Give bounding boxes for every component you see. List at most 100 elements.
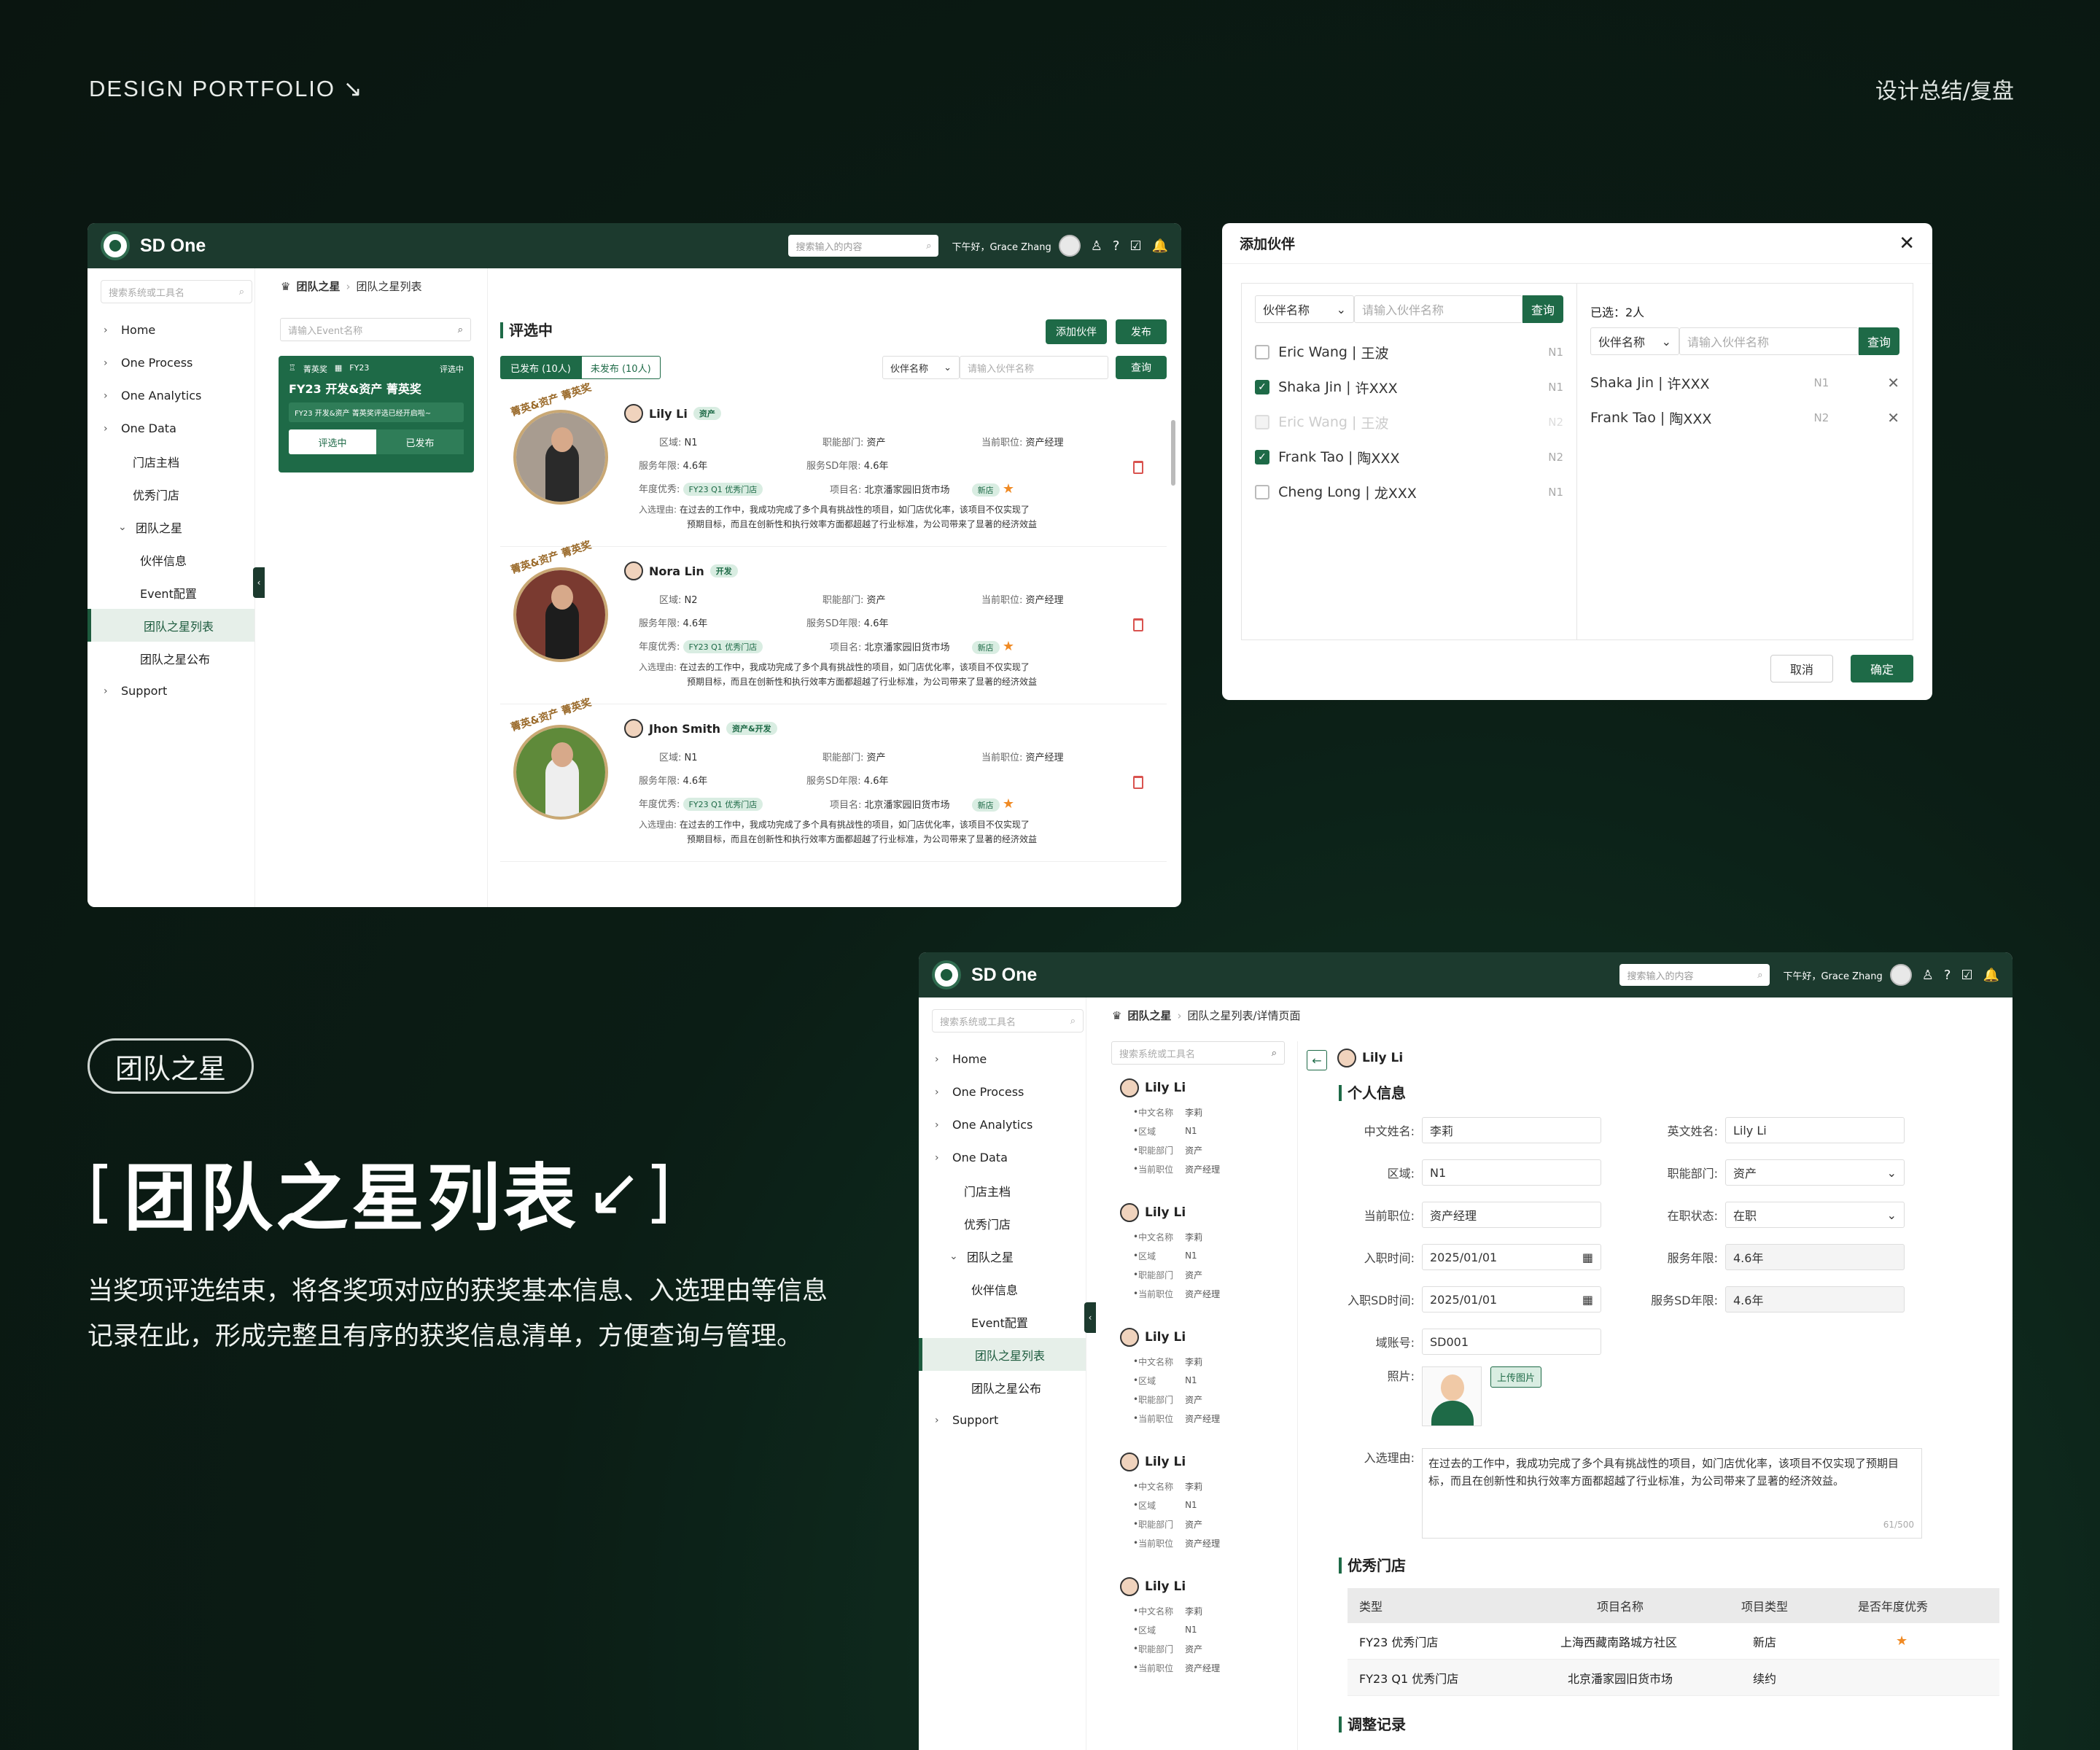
nav-support[interactable]: › Support: [919, 1404, 1086, 1436]
checkbox-checked[interactable]: ✓: [1255, 380, 1269, 394]
trash-icon[interactable]: [1133, 618, 1143, 631]
bell-icon[interactable]: 🔔: [1983, 968, 1999, 983]
query-button[interactable]: 查询: [1116, 356, 1167, 379]
reason-textarea[interactable]: 在过去的工作中，我成功完成了多个具有挑战性的项目，如门店优化率，该项目不仅实现了…: [1422, 1448, 1922, 1539]
nav-one-process[interactable]: › One Process: [919, 1076, 1086, 1108]
confirm-button[interactable]: 确定: [1851, 655, 1913, 682]
award-icon: ♖: [289, 363, 296, 373]
list-search[interactable]: 搜索系统或工具名 ⌕: [1111, 1041, 1285, 1065]
nav-home[interactable]: › Home: [88, 314, 254, 346]
collapse-sidebar-button[interactable]: ‹: [1084, 1302, 1096, 1333]
upload-button[interactable]: 上传图片: [1490, 1366, 1542, 1388]
trash-icon[interactable]: [1133, 776, 1143, 789]
avatar[interactable]: [1889, 964, 1912, 986]
nav-home[interactable]: › Home: [919, 1043, 1086, 1076]
sidebar-search[interactable]: 搜索系统或工具名 ⌕: [101, 280, 252, 303]
candidate-card[interactable]: 菁英&资产 菁英奖 Nora Lin 开发 区域: N2 职能部门: 资产 当前职…: [500, 540, 1167, 704]
help-icon[interactable]: ?: [1944, 968, 1951, 983]
avatar: [624, 561, 643, 580]
avatar: [1120, 1328, 1139, 1347]
close-icon[interactable]: ✕: [1887, 374, 1899, 392]
tab-unpublished[interactable]: 未发布 (10人): [580, 356, 661, 379]
modal-search-input[interactable]: 请输入伙伴名称: [1354, 295, 1522, 323]
candidate-card[interactable]: 菁英&资产 菁英奖 Jhon Smith 资产&开发 区域: N1 职能部门: 资…: [500, 697, 1167, 862]
nav-store-master[interactable]: 门店主档: [919, 1174, 1086, 1207]
modal-query-button[interactable]: 查询: [1859, 327, 1899, 355]
user-icon[interactable]: ♙: [1922, 968, 1934, 983]
person-card[interactable]: Lily Li • 中文名称 李莉 • 区域 N1 • 职能部门 资产 • 当前职位资…: [1111, 1572, 1286, 1697]
nav-event-config[interactable]: Event配置: [88, 576, 254, 609]
person-card[interactable]: Lily Li • 中文名称 李莉 • 区域 N1 • 职能部门 资产 • 当前职位资…: [1111, 1323, 1286, 1447]
nav-support[interactable]: › Support: [88, 674, 254, 707]
nav-team-star-publish[interactable]: 团队之星公布: [919, 1371, 1086, 1404]
section-personal-info: 个人信息: [1339, 1085, 1406, 1101]
crumb-team-star[interactable]: 团队之星: [1127, 1008, 1171, 1023]
nav-team-star-publish[interactable]: 团队之星公布: [88, 642, 254, 674]
modal-search-input[interactable]: 请输入伙伴名称: [1679, 327, 1859, 355]
user-icon[interactable]: ♙: [1091, 238, 1102, 254]
task-icon[interactable]: ☑: [1129, 238, 1141, 254]
nav-partner-info[interactable]: 伙伴信息: [919, 1272, 1086, 1305]
close-icon[interactable]: ✕: [1887, 409, 1899, 427]
nav-excellent-store[interactable]: 优秀门店: [919, 1207, 1086, 1240]
nav-team-star[interactable]: ⌄ 团队之星: [919, 1240, 1086, 1272]
header-search[interactable]: 搜索输入的内容 ⌕: [1619, 964, 1770, 986]
collapse-sidebar-button[interactable]: ‹: [253, 567, 265, 598]
modal-query-button[interactable]: 查询: [1522, 295, 1563, 323]
nav-team-star[interactable]: ⌄ 团队之星: [88, 510, 254, 543]
nav-store-master[interactable]: 门店主档: [88, 445, 254, 478]
nav-team-star-list[interactable]: 团队之星列表: [88, 609, 254, 642]
avatar: [1120, 1078, 1139, 1097]
person-card[interactable]: Lily Li • 中文名称 李莉 • 区域 N1 • 职能部门 资产 • 当前职位资…: [1111, 1447, 1286, 1572]
scrollbar[interactable]: [1171, 420, 1175, 486]
nav-one-data[interactable]: › One Data: [88, 412, 254, 445]
add-partner-button[interactable]: 添加伙伴: [1046, 319, 1107, 344]
header-search[interactable]: 搜索输入的内容 ⌕: [788, 235, 939, 257]
event-search[interactable]: 请输入Event名称 ⌕: [280, 318, 471, 341]
table-row[interactable]: FY23 优秀门店 上海西藏南路城方社区 新店 ★: [1348, 1623, 1999, 1660]
nav-one-analytics[interactable]: › One Analytics: [88, 379, 254, 412]
task-icon[interactable]: ☑: [1961, 968, 1972, 983]
filter-select[interactable]: 伙伴名称 ⌄: [882, 356, 960, 379]
partner-option[interactable]: ✓ Frank Tao | 陶XXX N2: [1242, 440, 1576, 475]
field-domain: 域账号: SD001: [1312, 1329, 1601, 1355]
avatar[interactable]: [1058, 235, 1081, 257]
step-selecting[interactable]: 评选中: [289, 429, 376, 454]
modal-select[interactable]: 伙伴名称 ⌄: [1590, 327, 1679, 355]
back-icon[interactable]: ←: [1307, 1050, 1327, 1070]
nav-one-data[interactable]: › One Data: [919, 1141, 1086, 1174]
bell-icon[interactable]: 🔔: [1152, 238, 1168, 254]
nav-excellent-store[interactable]: 优秀门店: [88, 478, 254, 510]
trash-icon[interactable]: [1133, 461, 1143, 474]
chevron-right-icon: ›: [104, 389, 108, 402]
nav-one-process[interactable]: › One Process: [88, 346, 254, 379]
checkbox-checked[interactable]: ✓: [1255, 450, 1269, 464]
nav-team-star-list[interactable]: 团队之星列表: [919, 1338, 1086, 1371]
field-position: 当前职位: 资产经理: [1312, 1202, 1601, 1228]
checkbox[interactable]: [1255, 485, 1269, 499]
sidebar-search[interactable]: 搜索系统或工具名 ⌕: [932, 1009, 1084, 1032]
partner-option[interactable]: ✓ Shaka Jin | 许XXX N1: [1242, 370, 1576, 405]
step-published[interactable]: 已发布: [376, 429, 464, 454]
candidate-card[interactable]: 菁英&资产 菁英奖 Lily Li 资产 区域: N1 职能部门: 资产 当前职位…: [500, 382, 1167, 547]
partner-option[interactable]: Eric Wang | 王波 N1: [1242, 335, 1576, 370]
crumb-team-star[interactable]: 团队之星: [296, 279, 340, 294]
person-card[interactable]: Lily Li • 中文名称 李莉 • 区域 N1 • 职能部门 资产 • 当前职位资…: [1111, 1073, 1286, 1198]
filter-input[interactable]: 请输入伙伴名称: [960, 356, 1108, 379]
table-row[interactable]: FY23 Q1 优秀门店 北京潘家园旧货市场 续约: [1348, 1660, 1999, 1696]
publish-button[interactable]: 发布: [1116, 319, 1167, 344]
cancel-button[interactable]: 取消: [1770, 655, 1833, 682]
section-pill: 团队之星: [88, 1038, 254, 1094]
event-card[interactable]: ♖ 菁英奖 ▦ FY23 评选中 FY23 开发&资产 菁英奖 FY23 开发&资产…: [279, 356, 474, 472]
checkbox[interactable]: [1255, 345, 1269, 359]
modal-select[interactable]: 伙伴名称 ⌄: [1255, 295, 1354, 323]
partner-option[interactable]: Cheng Long | 龙XXX N1: [1242, 475, 1576, 510]
person-card[interactable]: Lily Li • 中文名称 李莉 • 区域 N1 • 职能部门 资产 • 当前职位资…: [1111, 1198, 1286, 1323]
chevron-down-icon: ⌄: [118, 521, 127, 533]
nav-partner-info[interactable]: 伙伴信息: [88, 543, 254, 576]
tab-published[interactable]: 已发布 (10人): [500, 356, 581, 379]
help-icon[interactable]: ?: [1113, 238, 1120, 254]
nav-one-analytics[interactable]: › One Analytics: [919, 1108, 1086, 1141]
nav-event-config[interactable]: Event配置: [919, 1305, 1086, 1338]
close-icon[interactable]: ✕: [1899, 233, 1915, 254]
